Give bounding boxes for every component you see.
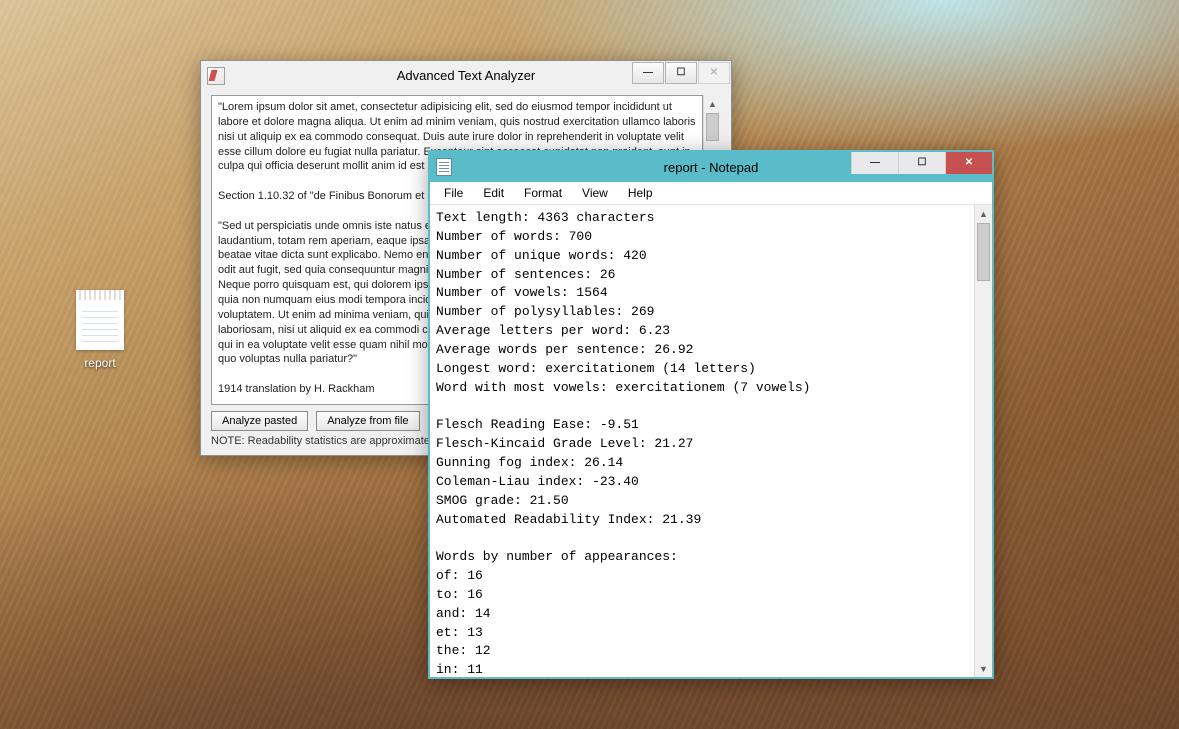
menu-file[interactable]: File <box>436 184 471 202</box>
close-button[interactable]: ✕ <box>698 62 730 84</box>
desktop-file-label: report <box>60 356 140 370</box>
menu-help[interactable]: Help <box>620 184 661 202</box>
analyzer-titlebar[interactable]: Advanced Text Analyzer — ☐ ✕ <box>201 61 731 89</box>
notepad-editor[interactable]: Text length: 4363 characters Number of w… <box>430 205 974 677</box>
close-button[interactable]: ✕ <box>945 152 992 174</box>
menu-view[interactable]: View <box>574 184 616 202</box>
menu-format[interactable]: Format <box>516 184 570 202</box>
notepad-titlebar[interactable]: report - Notepad — ☐ ✕ <box>430 152 992 182</box>
scroll-up-icon[interactable]: ▲ <box>704 95 721 112</box>
desktop-file-report[interactable]: report <box>60 290 140 370</box>
notepad-menubar: File Edit Format View Help <box>430 182 992 205</box>
menu-edit[interactable]: Edit <box>475 184 512 202</box>
minimize-button[interactable]: — <box>851 152 898 174</box>
scroll-thumb[interactable] <box>977 223 990 281</box>
maximize-button[interactable]: ☐ <box>898 152 945 174</box>
desktop[interactable]: report Advanced Text Analyzer — ☐ ✕ "Lor… <box>0 0 1179 729</box>
maximize-button[interactable]: ☐ <box>665 62 697 84</box>
notepad-scrollbar[interactable]: ▲ ▼ <box>974 205 992 677</box>
scroll-down-icon[interactable]: ▼ <box>975 660 992 677</box>
text-file-icon <box>76 290 124 350</box>
minimize-button[interactable]: — <box>632 62 664 84</box>
analyze-pasted-button[interactable]: Analyze pasted <box>211 411 308 431</box>
notepad-window[interactable]: report - Notepad — ☐ ✕ File Edit Format … <box>428 150 994 679</box>
analyze-from-file-button[interactable]: Analyze from file <box>316 411 419 431</box>
scroll-thumb[interactable] <box>706 113 719 141</box>
scroll-up-icon[interactable]: ▲ <box>975 205 992 222</box>
